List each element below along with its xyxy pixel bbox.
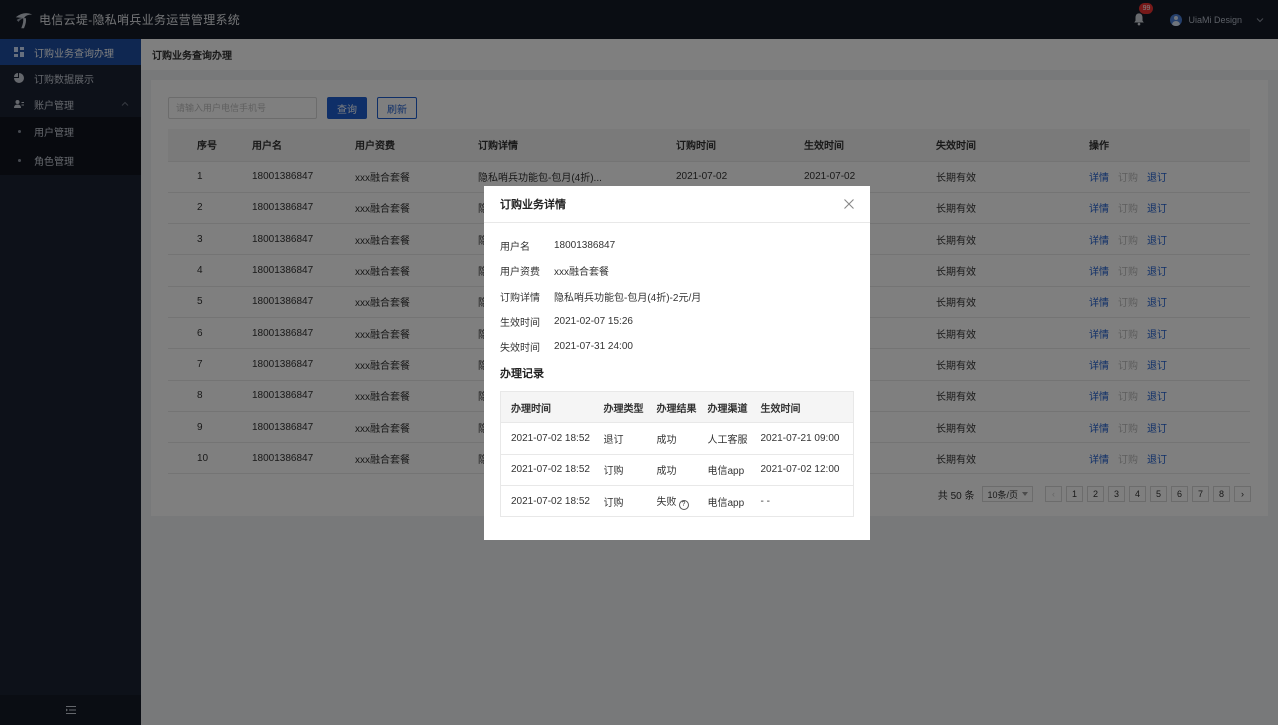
- column-header: 生效时间: [760, 391, 854, 424]
- detail-field: 失效时间 2021-07-31 24:00: [500, 334, 854, 359]
- modal-title: 订购业务详情: [500, 199, 566, 211]
- field-label: 用户资费: [500, 267, 540, 279]
- record-time: 2021-07-02 18:52: [511, 464, 590, 476]
- record-time: 2021-07-02 18:52: [511, 495, 590, 507]
- detail-field: 用户资费 xxx融合套餐: [500, 258, 854, 283]
- record-cell-result: 成功: [656, 454, 708, 487]
- order-detail-modal: 订购业务详情 用户名 18001386847 用户资费 xxx融合套餐订购详情 隐私哨兵…: [484, 186, 870, 540]
- field-label: 用户名: [500, 242, 530, 254]
- record-cell-channel: 人工客服: [707, 422, 761, 455]
- modal-header: 订购业务详情: [484, 186, 870, 223]
- record-cell-channel: 电信app: [707, 485, 761, 518]
- records-table: 办理时间 办理类型 办理结果 办理渠道 生效时间 2021-07-02 18:5…: [500, 391, 854, 518]
- detail-field: 用户名 18001386847: [500, 233, 854, 258]
- field-label: 失效时间: [500, 343, 540, 355]
- record-cell-effective: 2021-07-02 12:00: [760, 454, 854, 487]
- record-type: 退订: [603, 435, 624, 447]
- detail-field: 订购详情 隐私哨兵功能包-包月(4折)-2元/月: [500, 284, 854, 309]
- record-result: 成功: [656, 435, 677, 447]
- record-cell-effective: - -: [760, 485, 854, 518]
- record-effective: - -: [760, 495, 770, 507]
- record-cell-channel: 电信app: [707, 454, 761, 487]
- close-icon[interactable]: [842, 197, 856, 211]
- column-header: 办理类型: [603, 391, 657, 424]
- record-cell-type: 订购: [603, 485, 657, 518]
- record-result: 失败: [656, 496, 677, 508]
- record-cell-type: 退订: [603, 422, 657, 455]
- record-channel: 电信app: [707, 497, 745, 509]
- record-cell-time: 2021-07-02 18:52: [500, 422, 604, 455]
- modal-body: 用户名 18001386847 用户资费 xxx融合套餐订购详情 隐私哨兵功能包-包月(…: [484, 223, 870, 518]
- record-effective: 2021-07-02 12:00: [760, 464, 840, 476]
- record-cell-time: 2021-07-02 18:52: [500, 485, 604, 518]
- record-cell-result: 失败?: [656, 485, 708, 518]
- record-channel: 电信app: [707, 466, 745, 478]
- record-row: 2021-07-02 18:52 订购 成功 电信app 2021-07-02 12:0…: [500, 454, 854, 487]
- field-value: 2021-02-07 15:26: [554, 316, 633, 328]
- record-row: 2021-07-02 18:52 订购 失败? 电信app - -: [500, 485, 854, 518]
- record-cell-result: 成功: [656, 422, 708, 455]
- records-title: 办理记录: [500, 368, 544, 381]
- field-value: 2021-07-31 24:00: [554, 341, 633, 353]
- field-value: 隐私哨兵功能包-包月(4折)-2元/月: [554, 292, 702, 304]
- detail-fields: 用户名 18001386847 用户资费 xxx融合套餐订购详情 隐私哨兵功能包-包月(…: [500, 233, 854, 359]
- record-result: 成功: [656, 466, 677, 478]
- detail-field: 生效时间 2021-02-07 15:26: [500, 309, 854, 334]
- field-label: 生效时间: [500, 318, 540, 330]
- column-header: 办理时间: [500, 391, 604, 424]
- column-header: 办理渠道: [707, 391, 761, 424]
- record-type: 订购: [603, 466, 624, 478]
- field-label: 订购详情: [500, 292, 540, 304]
- record-type: 订购: [603, 497, 624, 509]
- table-header-row: 办理时间 办理类型 办理结果 办理渠道 生效时间: [500, 391, 854, 424]
- record-cell-effective: 2021-07-21 09:00: [760, 422, 854, 455]
- field-value: 18001386847: [554, 240, 616, 252]
- record-cell-type: 订购: [603, 454, 657, 487]
- record-effective: 2021-07-21 09:00: [760, 433, 840, 445]
- field-value: xxx融合套餐: [554, 267, 609, 279]
- record-channel: 人工客服: [707, 435, 748, 447]
- help-icon[interactable]: ?: [678, 499, 689, 510]
- records-body: 2021-07-02 18:52 退订 成功 人工客服 2021-07-21 09:00…: [500, 422, 854, 518]
- record-cell-time: 2021-07-02 18:52: [500, 454, 604, 487]
- column-header: 办理结果: [656, 391, 708, 424]
- record-time: 2021-07-02 18:52: [511, 433, 590, 445]
- record-row: 2021-07-02 18:52 退订 成功 人工客服 2021-07-21 09:00: [500, 422, 854, 455]
